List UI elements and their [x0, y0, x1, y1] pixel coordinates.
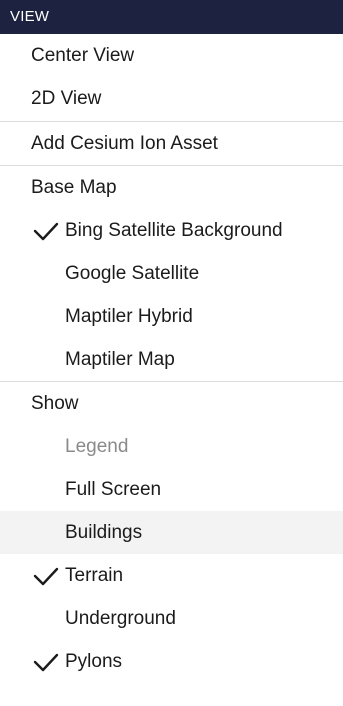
menu-item-maptiler-hybrid[interactable]: Maptiler Hybrid: [0, 295, 343, 338]
menu-item-pylons[interactable]: Pylons: [0, 640, 343, 683]
menu-item-label: Pylons: [65, 651, 123, 672]
menu-item-maptiler-map[interactable]: Maptiler Map: [0, 338, 343, 381]
menu-item-google-satellite[interactable]: Google Satellite: [0, 252, 343, 295]
menu-header: VIEW: [0, 0, 343, 34]
menu-item-label: Terrain: [65, 565, 124, 586]
menu-section-show: Show: [31, 393, 79, 414]
checkmark-icon: [33, 554, 63, 597]
menu-item-underground[interactable]: Underground: [0, 597, 343, 640]
menu-item-bing-satellite-background[interactable]: Bing Satellite Background: [0, 209, 343, 252]
menu-section-base-map: Base Map: [31, 177, 117, 198]
menu-item-label: Bing Satellite Background: [65, 220, 283, 241]
menu-item-full-screen[interactable]: Full Screen: [0, 468, 343, 511]
menu-item-2d-view[interactable]: 2D View: [0, 78, 343, 121]
checkmark-icon: [33, 209, 63, 252]
menu-item-buildings[interactable]: Buildings: [0, 511, 343, 554]
menu-item-terrain[interactable]: Terrain: [0, 554, 343, 597]
menu-item-add-cesium-ion-asset[interactable]: Add Cesium Ion Asset: [0, 122, 343, 165]
menu-item-legend: Legend: [65, 436, 129, 457]
menu-item-center-view[interactable]: Center View: [0, 34, 343, 78]
view-menu: VIEW Center View 2D View Add Cesium Ion …: [0, 0, 343, 706]
checkmark-icon: [33, 640, 63, 683]
